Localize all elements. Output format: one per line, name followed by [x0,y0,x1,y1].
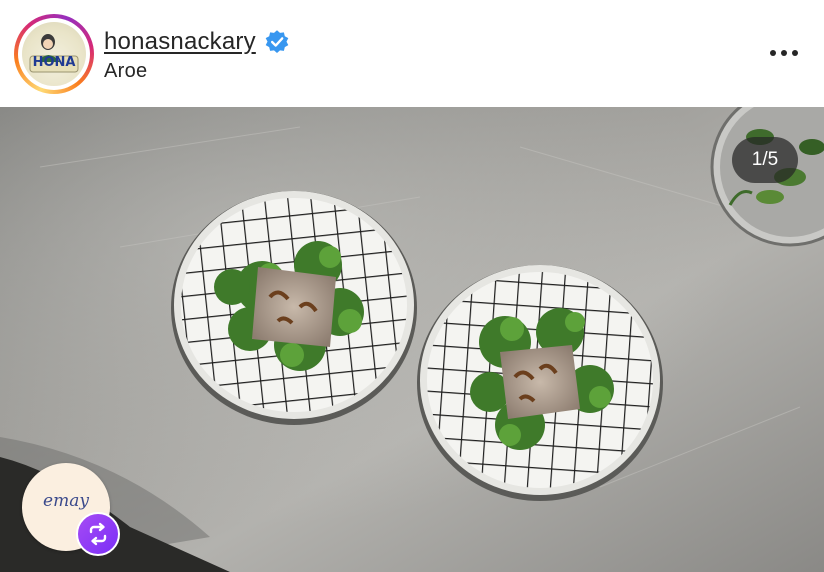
hona-logo: HONA [29,34,79,73]
post-image[interactable]: 1/5 emay [0,107,824,572]
repost-arrows-icon [89,522,107,546]
username-link[interactable]: honasnackary [104,28,256,56]
carousel-counter: 1/5 [732,137,798,183]
location-link[interactable]: Aroe [104,60,147,83]
emay-sticker-text: emay [43,491,89,511]
verified-badge-icon [265,30,289,54]
food-photo [0,107,824,572]
avatar-logo-text: HONA [33,55,76,70]
post-header: HONA honasnackary Aroe [0,0,824,107]
more-options-icon[interactable] [762,40,806,66]
profile-avatar[interactable]: HONA [14,14,94,94]
repost-icon[interactable] [76,512,120,556]
